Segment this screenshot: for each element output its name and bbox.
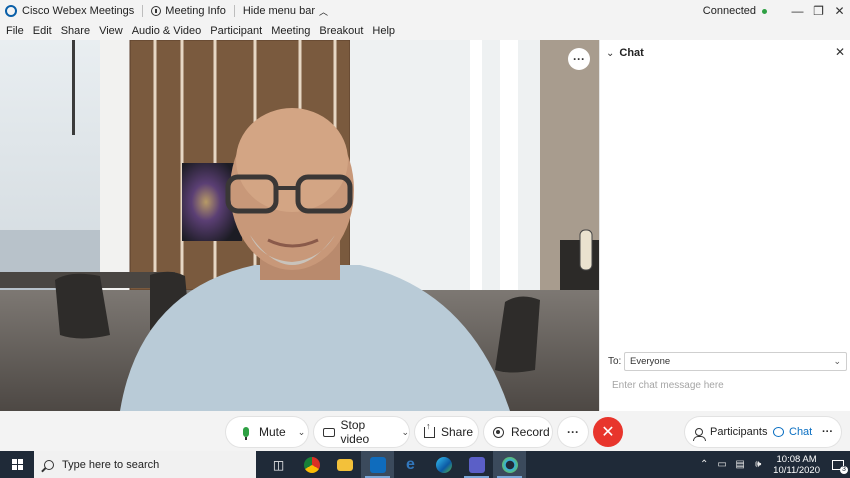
record-label: Record	[511, 425, 550, 439]
file-explorer-icon[interactable]	[328, 451, 361, 478]
record-icon	[493, 426, 504, 438]
mute-options-chevron-icon[interactable]: ⌄	[298, 427, 306, 438]
participants-label: Participants	[710, 426, 768, 438]
record-button[interactable]: Record	[484, 417, 552, 447]
network-icon[interactable]: ▤	[731, 459, 749, 470]
edge-legacy-icon[interactable]: e	[394, 451, 427, 478]
chat-recipient-value: Everyone	[630, 356, 671, 367]
search-icon	[44, 459, 54, 470]
more-options-button[interactable]: ···	[558, 417, 588, 447]
microphone-icon	[243, 427, 249, 440]
video-options-chevron-icon[interactable]: ⌄	[401, 427, 409, 438]
restore-button[interactable]: ❐	[808, 0, 829, 22]
edge-icon[interactable]	[427, 451, 460, 478]
windows-taskbar: Type here to search ◫ e ⌃ ▭ ▤ 🕪 10:08 AM…	[0, 451, 850, 478]
app-title: Cisco Webex Meetings	[22, 5, 135, 17]
start-button[interactable]	[0, 451, 34, 478]
connection-status-dot	[762, 8, 767, 14]
taskbar-search-placeholder: Type here to search	[62, 458, 160, 471]
chat-button[interactable]: Chat	[773, 417, 812, 447]
menu-participant[interactable]: Participant	[209, 25, 263, 37]
mute-button[interactable]: Mute ⌄	[226, 417, 308, 447]
title-bar: Cisco Webex Meetings Meeting Info Hide m…	[0, 0, 850, 22]
participants-button[interactable]: Participants	[693, 417, 768, 447]
volume-icon[interactable]: 🕪	[749, 459, 767, 470]
menu-file[interactable]: File	[5, 25, 25, 37]
notification-center-button[interactable]: 3	[826, 451, 850, 478]
share-button[interactable]: Share	[415, 417, 478, 447]
system-tray: ⌃ ▭ ▤ 🕪 10:08 AM 10/11/2020 3	[695, 451, 850, 478]
outlook-icon[interactable]	[361, 451, 394, 478]
stop-video-button[interactable]: Stop video ⌄	[314, 417, 409, 447]
panels-toggle-group: Participants Chat ···	[685, 417, 841, 447]
menu-share[interactable]: Share	[60, 25, 91, 37]
menu-view[interactable]: View	[98, 25, 124, 37]
chat-recipient-select[interactable]: Everyone ⌄	[624, 352, 847, 371]
taskbar-clock[interactable]: 10:08 AM 10/11/2020	[773, 454, 820, 476]
chat-icon	[773, 427, 784, 437]
share-icon	[424, 421, 435, 438]
share-label: Share	[441, 425, 474, 439]
menu-breakout[interactable]: Breakout	[318, 25, 364, 37]
hide-menu-bar-button[interactable]: Hide menu bar ︿	[243, 5, 328, 18]
notification-count-badge: 3	[840, 466, 848, 474]
title-divider	[233, 5, 235, 17]
video-frame-image	[0, 40, 599, 411]
info-icon	[151, 6, 162, 16]
clock-time: 10:08 AM	[776, 453, 817, 465]
meeting-info-button[interactable]: Meeting Info	[151, 5, 226, 17]
battery-icon[interactable]: ▭	[713, 459, 731, 470]
close-chat-icon[interactable]: ✕	[835, 45, 845, 59]
participants-icon	[693, 428, 706, 441]
chrome-icon[interactable]	[295, 451, 328, 478]
webex-logo-icon	[5, 5, 17, 17]
collapse-chat-chevron-icon[interactable]: ⌄	[606, 48, 614, 59]
hide-menu-bar-label: Hide menu bar	[242, 5, 315, 17]
chat-panel: ⌄ Chat ✕ To: Everyone ⌄ Enter chat messa…	[599, 40, 850, 411]
chat-recipient-row: To: Everyone ⌄	[600, 350, 850, 372]
menu-bar: File Edit Share View Audio & Video Parti…	[0, 22, 850, 40]
meeting-control-bar: Mute ⌄ Stop video ⌄ Share Record ··· ✕ P…	[0, 411, 850, 451]
taskbar-search-box[interactable]: Type here to search	[34, 451, 256, 478]
mute-label: Mute	[259, 425, 286, 439]
title-divider	[142, 5, 144, 17]
connection-status: Connected	[702, 5, 756, 17]
menu-meeting[interactable]: Meeting	[270, 25, 311, 37]
chat-panel-title: Chat	[619, 47, 644, 59]
chevron-up-icon: ︿	[319, 6, 329, 17]
chat-to-label: To:	[608, 355, 622, 367]
chevron-up-icon[interactable]: ⌃	[695, 459, 713, 470]
minimize-button[interactable]: —	[787, 0, 808, 22]
menu-audio-video[interactable]: Audio & Video	[131, 25, 203, 37]
chat-header: ⌄ Chat ✕	[600, 40, 850, 66]
menu-edit[interactable]: Edit	[32, 25, 53, 37]
video-more-options-button[interactable]: ···	[568, 48, 590, 70]
end-meeting-button[interactable]: ✕	[593, 417, 623, 447]
clock-date: 10/11/2020	[773, 464, 820, 476]
chat-message-input[interactable]: Enter chat message here	[612, 380, 724, 391]
chevron-down-icon: ⌄	[833, 356, 841, 366]
task-view-icon[interactable]: ◫	[262, 451, 295, 478]
video-feed: ···	[0, 40, 599, 411]
windows-logo-icon	[11, 459, 23, 470]
panel-more-button[interactable]: ···	[822, 417, 833, 447]
stop-video-label: Stop video	[340, 418, 370, 446]
meeting-info-label: Meeting Info	[165, 5, 226, 17]
teams-icon[interactable]	[460, 451, 493, 478]
close-window-button[interactable]: ✕	[829, 0, 850, 22]
webex-icon[interactable]	[493, 451, 526, 478]
chat-button-label: Chat	[789, 426, 813, 438]
menu-help[interactable]: Help	[371, 25, 396, 37]
camera-icon	[323, 427, 335, 437]
